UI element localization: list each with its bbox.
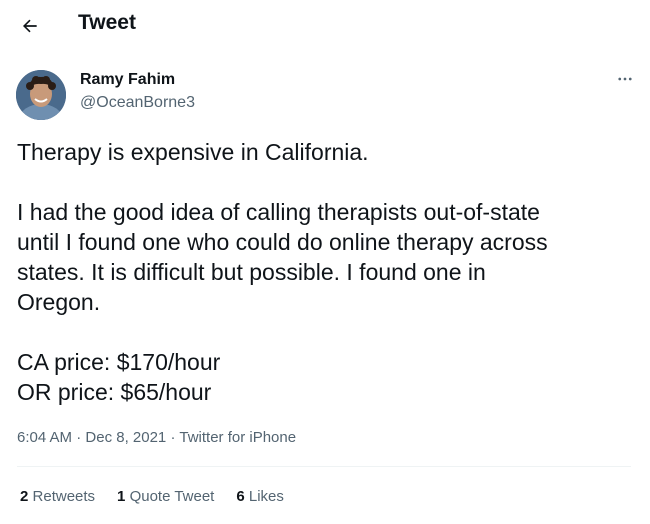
- tweet-paragraph: Therapy is expensive in California.: [17, 139, 369, 165]
- tweet-line: states. It is difficult but possible. I …: [17, 259, 486, 285]
- likes-count: 6: [236, 488, 245, 505]
- retweets-count: 2: [20, 488, 29, 505]
- avatar-image: [16, 70, 66, 120]
- divider: [17, 466, 631, 467]
- tweet-stats: 2 Retweets 1 Quote Tweet 6 Likes: [20, 488, 284, 505]
- quote-tweets-stat[interactable]: 1 Quote Tweet: [117, 488, 214, 505]
- tweet-line: Oregon.: [17, 289, 101, 315]
- tweet-text: Therapy is expensive in California. I ha…: [17, 137, 627, 407]
- tweet-line: until I found one who could do online th…: [17, 229, 548, 255]
- meta-separator: ·: [170, 429, 176, 446]
- page-title: Tweet: [78, 11, 136, 34]
- tweet-meta: 6:04 AM · Dec 8, 2021 · Twitter for iPho…: [17, 429, 296, 446]
- likes-stat[interactable]: 6 Likes: [236, 488, 284, 505]
- tweet-date[interactable]: Dec 8, 2021: [85, 429, 166, 446]
- author-name[interactable]: Ramy Fahim: [80, 71, 175, 89]
- tweet-line: CA price: $170/hour: [17, 349, 221, 375]
- back-button[interactable]: [14, 10, 46, 42]
- page-header: Tweet: [0, 0, 650, 52]
- avatar[interactable]: [16, 70, 66, 120]
- tweet-line: OR price: $65/hour: [17, 379, 212, 405]
- tweet-author: Ramy Fahim @OceanBorne3: [16, 68, 636, 122]
- retweets-label: Retweets: [32, 488, 96, 505]
- tweet-time[interactable]: 6:04 AM: [17, 429, 72, 446]
- tweet-line: I had the good idea of calling therapist…: [17, 199, 540, 225]
- tweet-source[interactable]: Twitter for iPhone: [179, 429, 296, 446]
- meta-separator: ·: [76, 429, 82, 446]
- arrow-left-icon: [23, 19, 37, 33]
- likes-label: Likes: [248, 488, 284, 505]
- author-handle[interactable]: @OceanBorne3: [80, 94, 195, 112]
- more-button[interactable]: [614, 68, 636, 90]
- more-horizontal-icon: [618, 77, 632, 81]
- quotes-count: 1: [117, 488, 126, 505]
- quotes-label: Quote Tweet: [129, 488, 215, 505]
- retweets-stat[interactable]: 2 Retweets: [20, 488, 95, 505]
